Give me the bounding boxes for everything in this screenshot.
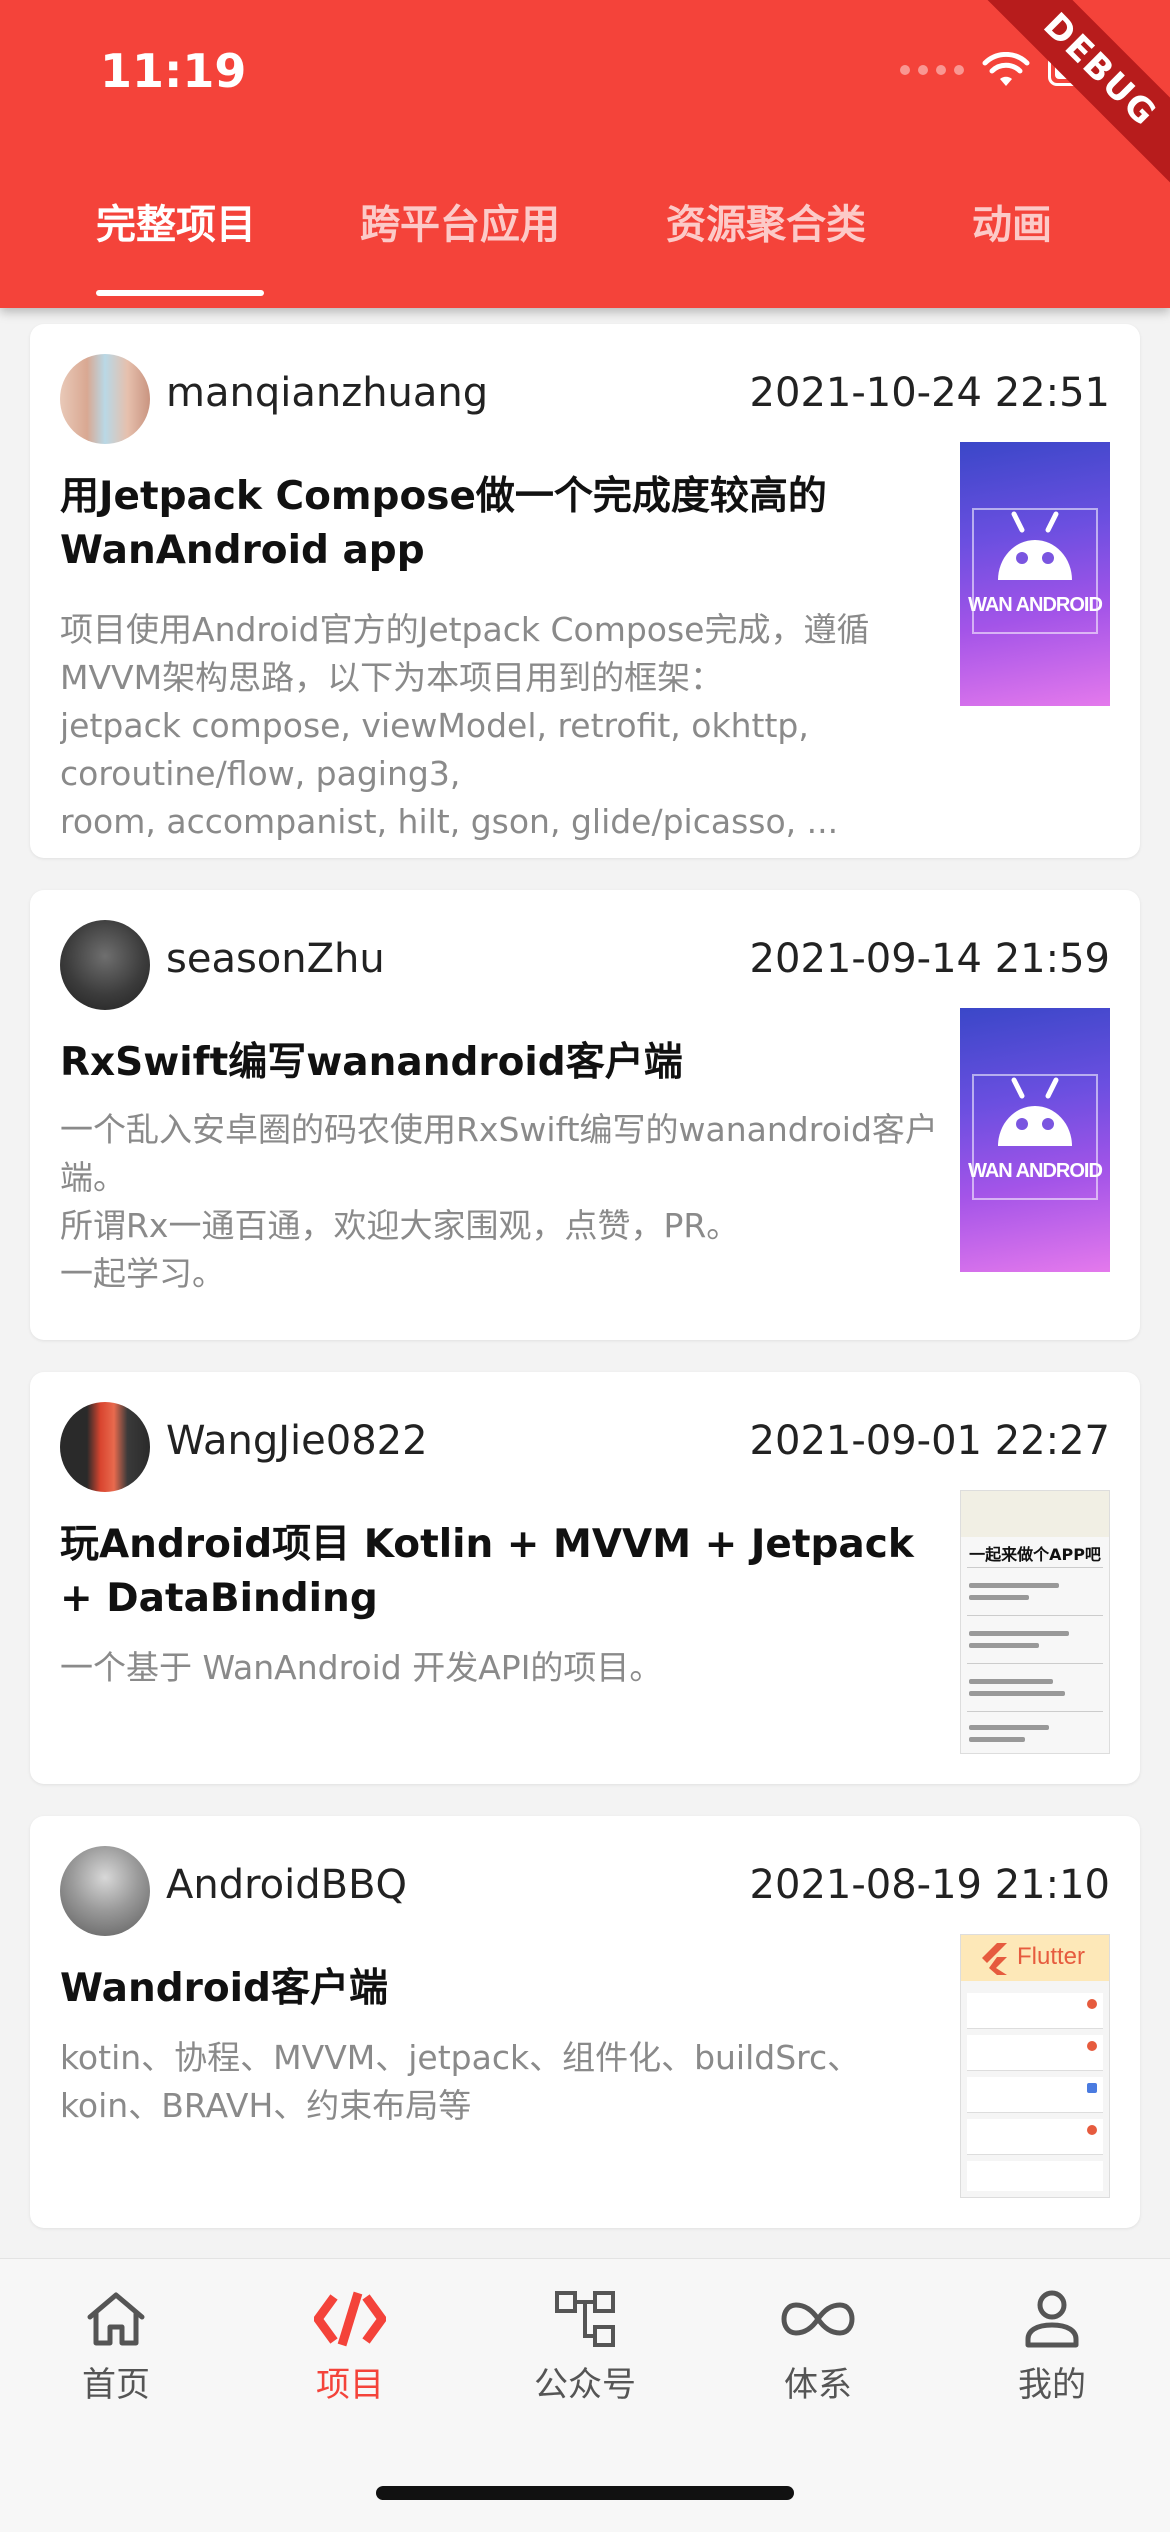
nav-label: 首页	[82, 2365, 150, 2405]
project-card[interactable]: AndroidBBQ 2021-08-19 21:10 Wandroid客户端 …	[30, 1816, 1140, 2228]
project-title: 玩Android项目 Kotlin + MVVM + Jetpack + Dat…	[60, 1522, 914, 1621]
author-name: seasonZhu	[166, 936, 385, 982]
nav-label: 体系	[784, 2365, 852, 2405]
android-icon	[998, 1077, 1072, 1146]
project-description: 一个乱入安卓圈的码农使用RxSwift编写的wanandroid客户端。 所谓R…	[60, 1110, 938, 1293]
author-name: AndroidBBQ	[166, 1862, 408, 1908]
project-list[interactable]: manqianzhuang 2021-10-24 22:51 用Jetpack …	[0, 308, 1170, 2258]
tab-complete-projects[interactable]: 完整项目	[96, 192, 256, 250]
project-tabs: 完整项目 跨平台应用 资源聚合类 动画	[0, 180, 1170, 308]
publish-date: 2021-10-24 22:51	[749, 370, 1110, 416]
project-title: 用Jetpack Compose做一个完成度较高的WanAndroid app	[60, 474, 827, 573]
nav-item-official-accounts[interactable]: 公众号	[515, 2289, 655, 2406]
nav-label: 我的	[1018, 2365, 1086, 2405]
project-card[interactable]: seasonZhu 2021-09-14 21:59 RxSwift编写wana…	[30, 890, 1140, 1340]
hierarchy-icon	[555, 2291, 615, 2347]
status-time: 11:19	[100, 44, 247, 98]
signal-icon	[900, 65, 964, 75]
publish-date: 2021-09-14 21:59	[749, 936, 1110, 982]
nav-label: 公众号	[534, 2365, 636, 2405]
thumbnail-label: WAN ANDROID	[968, 1160, 1103, 1182]
project-thumbnail[interactable]: WAN ANDROID	[960, 442, 1110, 706]
home-indicator[interactable]	[376, 2486, 794, 2500]
project-thumbnail[interactable]: WAN ANDROID	[960, 1008, 1110, 1272]
project-description: kotin、协程、MVVM、jetpack、组件化、buildSrc、koin、…	[60, 2038, 861, 2125]
tab-resource-aggregation[interactable]: 资源聚合类	[666, 192, 866, 250]
project-card[interactable]: WangJie0822 2021-09-01 22:27 玩Android项目 …	[30, 1372, 1140, 1784]
thumbnail-label: 一起来做个APP吧	[969, 1545, 1101, 1564]
project-title: Wandroid客户端	[60, 1966, 388, 2011]
code-icon	[314, 2291, 386, 2347]
nav-item-projects[interactable]: 项目	[280, 2289, 420, 2406]
author-name: manqianzhuang	[166, 370, 489, 416]
nav-item-system[interactable]: 体系	[748, 2289, 888, 2406]
android-icon	[998, 511, 1072, 580]
tab-indicator	[96, 290, 264, 296]
project-title: RxSwift编写wanandroid客户端	[60, 1040, 683, 1085]
avatar[interactable]	[60, 1846, 150, 1936]
author-name: WangJie0822	[166, 1418, 428, 1464]
flutter-icon	[982, 1943, 1007, 1975]
debug-banner: DEBUG	[965, 0, 1170, 205]
project-card[interactable]: manqianzhuang 2021-10-24 22:51 用Jetpack …	[30, 324, 1140, 858]
thumbnail-label: WAN ANDROID	[968, 594, 1103, 616]
publish-date: 2021-08-19 21:10	[749, 1862, 1110, 1908]
thumbnail-label: Flutter	[1017, 1943, 1086, 1970]
tab-cross-platform[interactable]: 跨平台应用	[360, 192, 560, 250]
publish-date: 2021-09-01 22:27	[749, 1418, 1110, 1464]
project-description: 一个基于 WanAndroid 开发API的项目。	[60, 1648, 663, 1687]
project-description: 项目使用Android官方的Jetpack Compose完成，遵循MVVM架构…	[60, 610, 870, 841]
home-icon	[87, 2292, 145, 2346]
project-thumbnail[interactable]: 一起来做个APP吧	[960, 1490, 1110, 1754]
project-thumbnail[interactable]: Flutter	[960, 1934, 1110, 2198]
infinity-icon	[781, 2302, 855, 2336]
wifi-icon	[982, 52, 1030, 88]
person-icon	[1025, 2290, 1079, 2348]
nav-label: 项目	[316, 2365, 384, 2405]
app-bar: 11:19 DEBUG 完整项目 跨平台应用 资源聚合类 动画	[0, 0, 1170, 308]
nav-item-mine[interactable]: 我的	[982, 2289, 1122, 2406]
avatar[interactable]	[60, 1402, 150, 1492]
avatar[interactable]	[60, 354, 150, 444]
nav-item-home[interactable]: 首页	[46, 2289, 186, 2406]
tab-animation[interactable]: 动画	[972, 192, 1052, 250]
avatar[interactable]	[60, 920, 150, 1010]
